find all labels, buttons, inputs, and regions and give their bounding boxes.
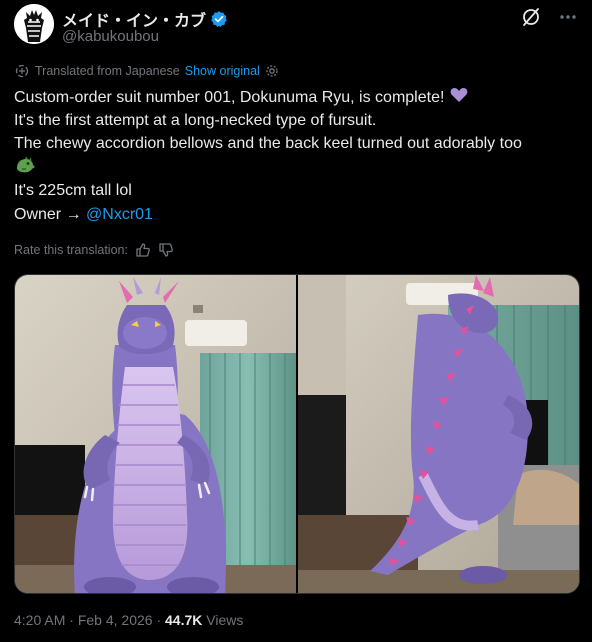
dragon-face-icon xyxy=(17,156,35,172)
fursuit-front-image xyxy=(15,275,296,593)
media-grid xyxy=(14,274,580,594)
tweet-line-2: It's the first attempt at a long-necked … xyxy=(14,111,377,129)
show-original-link[interactable]: Show original xyxy=(185,64,260,78)
tweet-date[interactable]: Feb 4, 2026 xyxy=(78,612,153,628)
footer-separator-2: · xyxy=(152,612,166,628)
thumbs-down-icon[interactable] xyxy=(158,242,174,258)
rate-translation: Rate this translation: xyxy=(14,242,174,258)
zebra-avatar-icon xyxy=(14,4,54,44)
purple-heart-icon xyxy=(450,88,468,102)
tweet-line-4: It's 225cm tall lol xyxy=(14,182,132,199)
translated-label: Translated from Japanese xyxy=(35,64,180,78)
translate-icon xyxy=(15,64,29,78)
tweet-time[interactable]: 4:20 AM xyxy=(14,612,65,628)
tweet-line-1-text: Custom-order suit number 001, Dokunuma R… xyxy=(14,89,445,106)
tweet-line-emoji xyxy=(14,156,574,180)
translation-notice: Translated from Japanese Show original xyxy=(14,63,279,79)
photo-back-view[interactable] xyxy=(298,275,579,593)
rate-label: Rate this translation: xyxy=(14,243,128,257)
author-handle[interactable]: @kabukoubou xyxy=(62,28,159,45)
avatar[interactable] xyxy=(14,4,54,44)
more-icon[interactable] xyxy=(558,7,578,27)
photo-front-view[interactable] xyxy=(15,275,296,593)
thumbs-up-icon[interactable] xyxy=(135,242,151,258)
views-count: 44.7K xyxy=(165,612,203,628)
tweet-line-1: Custom-order suit number 001, Dokunuma R… xyxy=(14,85,574,109)
tweet-line-3: The chewy accordion bellows and the back… xyxy=(14,135,522,152)
grok-icon[interactable] xyxy=(520,6,542,28)
owner-mention-link[interactable]: @Nxcr01 xyxy=(86,206,153,223)
gear-icon[interactable] xyxy=(265,64,279,78)
views-label: Views xyxy=(206,612,244,628)
footer-separator: · xyxy=(65,612,78,628)
tweet-line-5: Owner → @Nxcr01 xyxy=(14,203,574,227)
fursuit-back-image xyxy=(298,275,579,593)
verified-badge-icon xyxy=(211,11,227,27)
header-actions xyxy=(520,6,578,28)
tweet-footer: 4:20 AM · Feb 4, 2026 · 44.7K Views xyxy=(14,612,243,628)
owner-prefix: Owner → xyxy=(14,205,87,223)
tweet-header: メイド・イン・カブ @kabukoubou xyxy=(14,4,578,48)
tweet-text: Custom-order suit number 001, Dokunuma R… xyxy=(14,85,574,226)
